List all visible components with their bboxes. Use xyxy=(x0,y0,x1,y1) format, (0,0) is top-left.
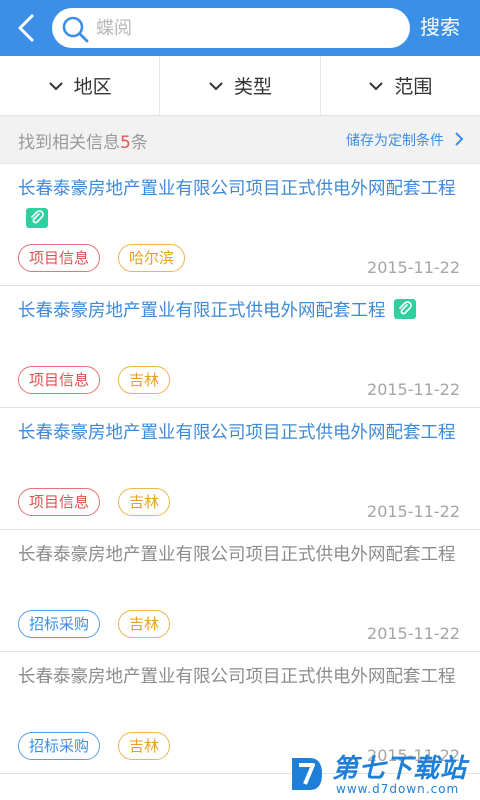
tag-category[interactable]: 项目信息 xyxy=(18,488,101,516)
tag-category[interactable]: 项目信息 xyxy=(18,244,101,272)
filter-bar: 地区 类型 范围 xyxy=(0,56,480,116)
results-summary: 找到相关信息5条 储存为定制条件 xyxy=(0,116,480,164)
search-box[interactable] xyxy=(52,8,410,48)
item-date: 2015-11-22 xyxy=(367,624,460,643)
list-item[interactable]: 长春泰豪房地产置业有限公司项目正式供电外网配套工程 招标采购 吉林 2015-1… xyxy=(0,530,480,652)
filter-region[interactable]: 地区 xyxy=(0,56,161,115)
item-title[interactable]: 长春泰豪房地产置业有限公司项目正式供电外网配套工程 xyxy=(18,662,470,693)
item-date: 2015-11-22 xyxy=(367,258,460,277)
list-item[interactable]: 长春泰豪房地产置业有限正式供电外网配套工程 项目信息 吉林 2015-11-22 xyxy=(0,286,480,408)
tag-category[interactable]: 项目信息 xyxy=(18,366,101,394)
item-title[interactable]: 长春泰豪房地产置业有限公司项目正式供电外网配套工程 xyxy=(18,174,470,236)
filter-region-label: 地区 xyxy=(73,76,112,98)
save-as-custom-condition-link[interactable]: 储存为定制条件 xyxy=(346,130,444,150)
list-item[interactable]: 长春泰豪房地产置业有限公司项目正式供电外网配套工程 项目信息 吉林 2015-1… xyxy=(0,408,480,530)
item-tags: 项目信息 吉林 xyxy=(18,488,188,516)
d7-logo-icon xyxy=(292,758,322,790)
chevron-down-icon xyxy=(209,81,223,90)
item-date: 2015-11-22 xyxy=(367,380,460,399)
item-date: 2015-11-22 xyxy=(367,502,460,521)
watermark: 第七下载站 www.d7down.com xyxy=(286,748,480,800)
attachment-icon xyxy=(393,299,416,319)
filter-type[interactable]: 类型 xyxy=(160,56,321,115)
chevron-down-icon xyxy=(48,81,63,90)
filter-type-label: 类型 xyxy=(233,76,272,98)
results-count-prefix: 找到相关信息 xyxy=(18,133,120,153)
filter-scope-label: 范围 xyxy=(394,76,433,98)
search-input[interactable] xyxy=(96,14,396,42)
top-bar: 搜索 xyxy=(0,0,480,56)
results-count: 5 xyxy=(120,133,131,153)
chevron-down-icon xyxy=(369,81,384,90)
tag-category[interactable]: 招标采购 xyxy=(18,610,101,638)
tag-city[interactable]: 哈尔滨 xyxy=(118,244,186,272)
watermark-title: 第七下载站 xyxy=(332,754,468,784)
chevron-right-icon[interactable] xyxy=(454,131,464,147)
list-item[interactable]: 长春泰豪房地产置业有限公司项目正式供电外网配套工程 项目信息 哈尔滨 2015-… xyxy=(0,164,480,286)
tag-city[interactable]: 吉林 xyxy=(118,610,171,638)
tag-city[interactable]: 吉林 xyxy=(118,488,171,516)
item-tags: 招标采购 吉林 xyxy=(18,610,188,638)
item-title[interactable]: 长春泰豪房地产置业有限公司项目正式供电外网配套工程 xyxy=(18,540,470,571)
results-list: 长春泰豪房地产置业有限公司项目正式供电外网配套工程 项目信息 哈尔滨 2015-… xyxy=(0,164,480,774)
tag-city[interactable]: 吉林 xyxy=(118,732,171,760)
item-tags: 项目信息 哈尔滨 xyxy=(18,244,203,272)
tag-category[interactable]: 招标采购 xyxy=(18,732,101,760)
tag-city[interactable]: 吉林 xyxy=(118,366,171,394)
search-button[interactable]: 搜索 xyxy=(420,12,460,42)
back-arrow-icon[interactable] xyxy=(14,12,42,44)
item-title-text: 长春泰豪房地产置业有限正式供电外网配套工程 xyxy=(18,301,386,321)
results-count-text: 找到相关信息5条 xyxy=(18,128,148,153)
item-title-text: 长春泰豪房地产置业有限公司项目正式供电外网配套工程 xyxy=(18,179,456,199)
item-tags: 招标采购 吉林 xyxy=(18,732,188,760)
item-title[interactable]: 长春泰豪房地产置业有限公司项目正式供电外网配套工程 xyxy=(18,418,470,449)
search-icon xyxy=(62,16,89,43)
item-tags: 项目信息 吉林 xyxy=(18,366,188,394)
attachment-icon xyxy=(26,208,48,228)
watermark-url: www.d7down.com xyxy=(336,782,460,796)
results-count-suffix: 条 xyxy=(130,133,148,153)
item-title[interactable]: 长春泰豪房地产置业有限正式供电外网配套工程 xyxy=(18,296,470,327)
filter-scope[interactable]: 范围 xyxy=(321,56,480,115)
